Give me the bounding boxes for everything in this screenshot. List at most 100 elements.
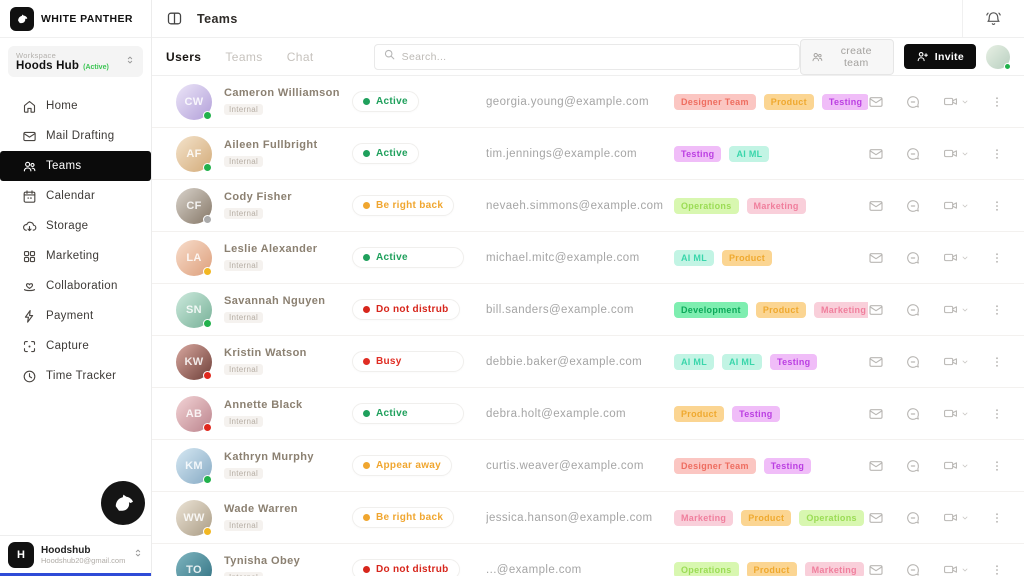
user-cell: KM Kathryn Murphy Internal xyxy=(176,448,352,484)
chat-button[interactable] xyxy=(905,94,921,110)
status-badge: Do not distrub xyxy=(352,299,460,320)
row-actions xyxy=(868,406,1004,422)
avatar: AB xyxy=(176,396,212,432)
users-table: CW Cameron Williamson Internal Active ge… xyxy=(152,76,1024,576)
sidebar-item-marketing[interactable]: Marketing xyxy=(0,241,151,271)
chat-button[interactable] xyxy=(905,250,921,266)
video-call-button[interactable] xyxy=(942,146,969,161)
team-tag: Product xyxy=(722,250,772,266)
sidebar-item-label: Storage xyxy=(46,220,88,232)
send-mail-button[interactable] xyxy=(868,146,884,162)
team-tag: Product xyxy=(747,562,797,576)
team-tags: MarketingProductOperations xyxy=(674,510,868,526)
status-badge: Do not distrub xyxy=(352,559,460,576)
sidebar-item-capture[interactable]: Capture xyxy=(0,331,151,361)
search-input[interactable] xyxy=(402,51,791,63)
sidebar-item-mail-drafting[interactable]: Mail Drafting xyxy=(0,121,151,151)
notifications-bell-icon[interactable] xyxy=(962,0,1024,37)
user-avatar[interactable] xyxy=(986,45,1010,69)
send-mail-button[interactable] xyxy=(868,562,884,576)
send-mail-button[interactable] xyxy=(868,458,884,474)
chat-button[interactable] xyxy=(905,510,921,526)
row-actions xyxy=(868,250,1004,266)
more-options-button[interactable] xyxy=(990,94,1004,110)
more-options-button[interactable] xyxy=(990,302,1004,318)
more-options-button[interactable] xyxy=(990,458,1004,474)
sidebar-item-calendar[interactable]: Calendar xyxy=(0,181,151,211)
video-call-button[interactable] xyxy=(942,406,969,421)
account-selector[interactable]: H Hoodshub Hoodshub20@gmail.com xyxy=(0,535,151,576)
user-email: curtis.weaver@example.com xyxy=(486,460,674,472)
send-mail-button[interactable] xyxy=(868,302,884,318)
more-options-button[interactable] xyxy=(990,562,1004,576)
sidebar-item-label: Teams xyxy=(46,160,81,172)
send-mail-button[interactable] xyxy=(868,406,884,422)
avatar: LA xyxy=(176,240,212,276)
send-mail-button[interactable] xyxy=(868,94,884,110)
chat-button[interactable] xyxy=(905,458,921,474)
video-call-button[interactable] xyxy=(942,250,969,265)
user-email: ...@example.com xyxy=(486,564,674,576)
sidebar-item-payment[interactable]: Payment xyxy=(0,301,151,331)
home-icon xyxy=(22,99,37,114)
video-call-button[interactable] xyxy=(942,562,969,576)
chat-button[interactable] xyxy=(905,406,921,422)
account-name: Hoodshub xyxy=(41,545,126,556)
sidebar-item-home[interactable]: Home xyxy=(0,91,151,121)
tab-users[interactable]: Users xyxy=(166,50,201,64)
team-tag: Product xyxy=(741,510,791,526)
status-cell: Do not distrub xyxy=(352,299,486,320)
tab-chat[interactable]: Chat xyxy=(287,50,314,64)
video-call-button[interactable] xyxy=(942,198,969,213)
chat-button[interactable] xyxy=(905,302,921,318)
chat-button[interactable] xyxy=(905,354,921,370)
team-tag: Testing xyxy=(764,458,811,474)
video-call-button[interactable] xyxy=(942,510,969,525)
video-call-button[interactable] xyxy=(942,302,969,317)
chevron-down-icon xyxy=(961,462,969,470)
video-call-button[interactable] xyxy=(942,354,969,369)
chat-button[interactable] xyxy=(905,562,921,576)
more-options-button[interactable] xyxy=(990,146,1004,162)
team-tag: Product xyxy=(674,406,724,422)
user-cell: AF Aileen Fullbright Internal xyxy=(176,136,352,172)
user-email: tim.jennings@example.com xyxy=(486,148,674,160)
user-cell: CW Cameron Williamson Internal xyxy=(176,84,352,120)
chat-button[interactable] xyxy=(905,146,921,162)
sidebar-item-label: Home xyxy=(46,100,78,112)
send-mail-button[interactable] xyxy=(868,250,884,266)
sidebar-toggle-icon[interactable] xyxy=(166,10,183,27)
chat-button[interactable] xyxy=(905,198,921,214)
avatar: KW xyxy=(176,344,212,380)
invite-button[interactable]: Invite xyxy=(904,44,976,69)
send-mail-button[interactable] xyxy=(868,198,884,214)
table-row: CW Cameron Williamson Internal Active ge… xyxy=(152,76,1024,128)
more-options-button[interactable] xyxy=(990,250,1004,266)
team-tag: Designer Team xyxy=(674,94,756,110)
tab-bar: Users Teams Chat xyxy=(166,50,314,64)
send-mail-button[interactable] xyxy=(868,510,884,526)
sidebar-item-time-tracker[interactable]: Time Tracker xyxy=(0,361,151,391)
sidebar-item-teams[interactable]: Teams xyxy=(0,151,151,181)
send-mail-button[interactable] xyxy=(868,354,884,370)
sidebar-item-storage[interactable]: Storage xyxy=(0,211,151,241)
video-call-button[interactable] xyxy=(942,458,969,473)
team-tag: Marketing xyxy=(805,562,864,576)
create-team-button[interactable]: create team xyxy=(800,39,894,75)
teams-icon xyxy=(22,159,37,174)
more-options-button[interactable] xyxy=(990,198,1004,214)
user-email: debbie.baker@example.com xyxy=(486,356,674,368)
more-options-button[interactable] xyxy=(990,406,1004,422)
table-row: SN Savannah Nguyen Internal Do not distr… xyxy=(152,284,1024,336)
status-cell: Appear away xyxy=(352,455,486,476)
table-row: LA Leslie Alexander Internal Active mich… xyxy=(152,232,1024,284)
sidebar-item-collaboration[interactable]: Collaboration xyxy=(0,271,151,301)
presence-dot xyxy=(203,163,212,172)
more-options-button[interactable] xyxy=(990,510,1004,526)
table-row: WW Wade Warren Internal Be right back je… xyxy=(152,492,1024,544)
workspace-selector[interactable]: Workspace Hoods Hub (Active) xyxy=(8,46,143,77)
more-options-button[interactable] xyxy=(990,354,1004,370)
tab-teams[interactable]: Teams xyxy=(225,50,262,64)
video-call-button[interactable] xyxy=(942,94,969,109)
chevron-down-icon xyxy=(961,202,969,210)
